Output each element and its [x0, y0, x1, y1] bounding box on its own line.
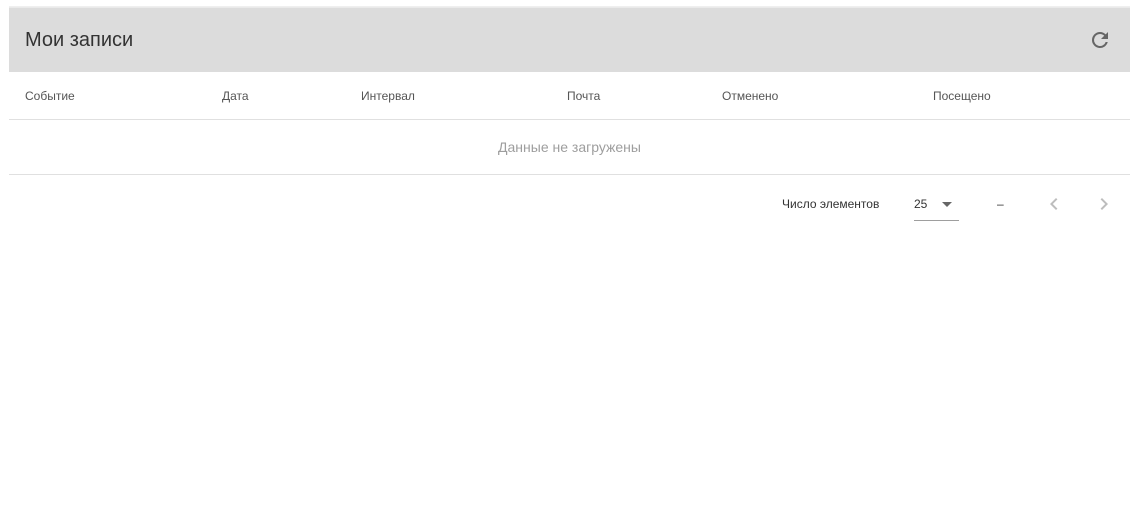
column-header-interval[interactable]: Интервал	[361, 89, 415, 103]
header-divider	[9, 119, 1130, 120]
chevron-down-icon	[942, 202, 952, 207]
column-header-date[interactable]: Дата	[222, 89, 249, 103]
table-bottom-divider	[9, 174, 1130, 175]
column-header-event[interactable]: Событие	[25, 89, 75, 103]
chevron-right-icon	[1092, 192, 1116, 216]
page-size-select[interactable]: 25	[914, 194, 959, 221]
column-header-email[interactable]: Почта	[567, 89, 600, 103]
previous-page-button[interactable]	[1042, 192, 1066, 216]
column-header-cancelled[interactable]: Отменено	[722, 89, 778, 103]
items-per-page-label: Число элементов	[782, 197, 880, 211]
next-page-button[interactable]	[1092, 192, 1116, 216]
refresh-icon	[1088, 28, 1112, 52]
page-title: Мои записи	[25, 29, 134, 51]
refresh-button[interactable]	[1088, 28, 1112, 52]
empty-table-message: Данные не загружены	[498, 139, 641, 155]
records-card: Мои записи Событие Дата Интервал Почта О…	[9, 8, 1130, 234]
page-range-label: –	[997, 197, 1004, 211]
chevron-left-icon	[1042, 192, 1066, 216]
column-header-visited[interactable]: Посещено	[933, 89, 991, 103]
page-size-value: 25	[914, 197, 928, 211]
card-header: Мои записи	[9, 8, 1130, 72]
